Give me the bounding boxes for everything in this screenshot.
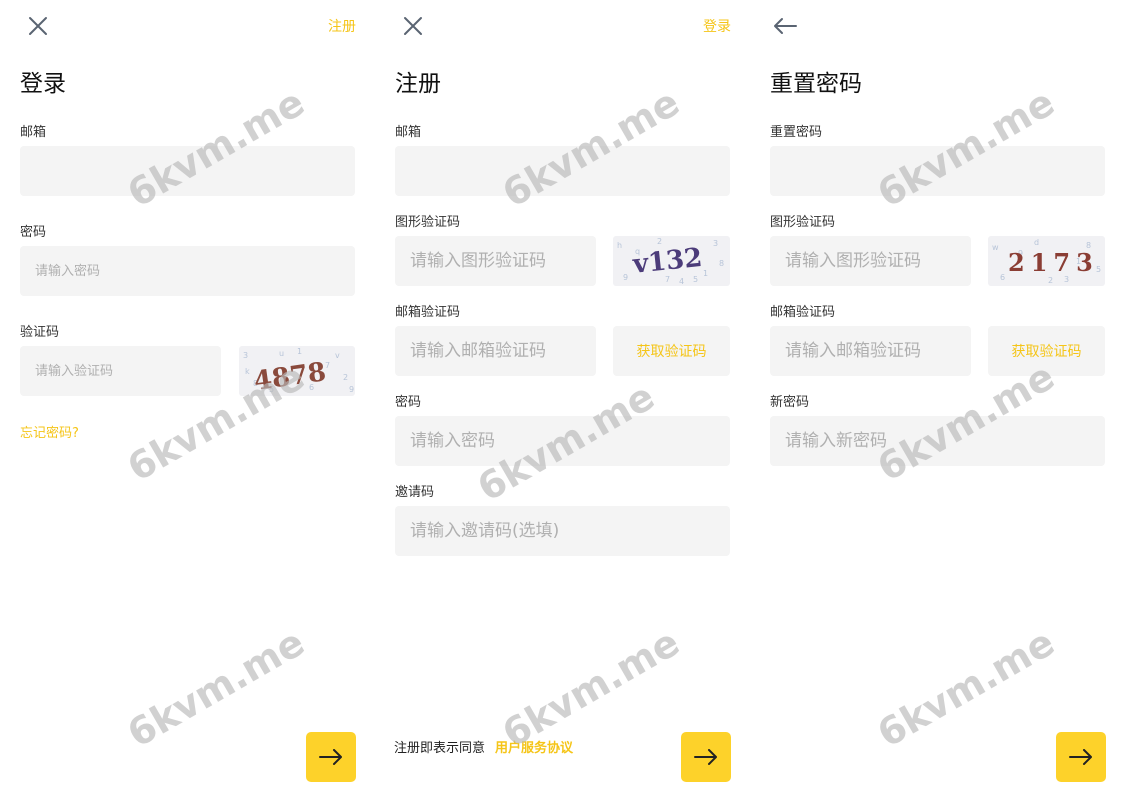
page-title: 注册 — [395, 71, 441, 97]
submit-button[interactable] — [306, 732, 356, 782]
svg-text:v: v — [335, 351, 340, 360]
svg-text:4: 4 — [679, 277, 684, 286]
password-field[interactable] — [20, 246, 355, 296]
svg-text:1: 1 — [297, 347, 302, 356]
reset-field-label: 重置密码 — [770, 125, 823, 140]
close-icon[interactable] — [401, 14, 425, 38]
captcha-field[interactable] — [20, 346, 221, 396]
login-link[interactable]: 登录 — [703, 16, 731, 36]
svg-text:w: w — [992, 243, 999, 252]
captcha-noise: w6d3 8529 1 2173 — [992, 238, 1101, 285]
email-field[interactable] — [395, 146, 730, 196]
image-code-field[interactable] — [770, 236, 971, 286]
captcha-text: 4878 — [252, 357, 328, 396]
email-field[interactable] — [770, 146, 1105, 196]
get-code-button[interactable]: 获取验证码 — [613, 326, 730, 376]
svg-text:h: h — [617, 241, 622, 250]
svg-text:9: 9 — [623, 273, 628, 282]
email-label: 邮箱 — [395, 125, 422, 140]
svg-text:9: 9 — [349, 385, 354, 394]
get-code-button[interactable]: 获取验证码 — [988, 326, 1105, 376]
svg-text:k: k — [245, 367, 250, 376]
svg-text:5: 5 — [693, 275, 698, 284]
forgot-password-link[interactable]: 忘记密码? — [20, 422, 79, 441]
arrow-right-icon — [694, 749, 717, 765]
new-password-field[interactable] — [770, 416, 1105, 466]
captcha-image[interactable]: w6d3 8529 1 2173 — [988, 236, 1105, 286]
email-label: 邮箱 — [20, 125, 47, 140]
submit-button[interactable] — [1056, 732, 1106, 782]
image-code-label: 图形验证码 — [770, 215, 836, 230]
svg-text:2: 2 — [343, 373, 348, 382]
image-code-label: 图形验证码 — [395, 215, 461, 230]
arrow-right-icon — [1069, 749, 1092, 765]
agreement-text: 注册即表示同意 — [394, 741, 486, 756]
password-label: 密码 — [20, 225, 47, 240]
email-field[interactable] — [20, 146, 355, 196]
svg-text:2: 2 — [1048, 276, 1053, 285]
register-panel: 登录 注册 邮箱 图形验证码 h925 384q 17 v132 邮箱验证码 获… — [394, 0, 731, 812]
image-code-field[interactable] — [395, 236, 596, 286]
svg-text:u: u — [279, 349, 284, 358]
invite-label: 邀请码 — [395, 485, 435, 500]
captcha-label: 验证码 — [20, 325, 60, 340]
arrow-right-icon — [319, 749, 342, 765]
password-field[interactable] — [395, 416, 730, 466]
invite-field[interactable] — [395, 506, 730, 556]
email-code-label: 邮箱验证码 — [395, 305, 461, 320]
svg-text:7: 7 — [325, 361, 330, 370]
svg-text:8: 8 — [719, 259, 724, 268]
captcha-image[interactable]: h925 384q 17 v132 — [613, 236, 730, 286]
svg-text:6: 6 — [1000, 273, 1005, 282]
login-panel: 注册 登录 邮箱 密码 验证码 38u6 v275 19k 4878 忘记密码? — [20, 0, 356, 812]
svg-text:3: 3 — [243, 351, 248, 360]
arrow-left-icon[interactable] — [772, 14, 798, 38]
captcha-text: 2173 — [1008, 248, 1099, 277]
submit-button[interactable] — [681, 732, 731, 782]
close-icon[interactable] — [26, 14, 50, 38]
captcha-image[interactable]: 38u6 v275 19k 4878 — [239, 346, 355, 396]
email-code-label: 邮箱验证码 — [770, 305, 836, 320]
password-label: 密码 — [395, 395, 422, 410]
agreement-link[interactable]: 用户服务协议 — [495, 741, 573, 756]
new-password-label: 新密码 — [770, 395, 810, 410]
page-title: 登录 — [20, 71, 66, 97]
svg-text:3: 3 — [713, 239, 718, 248]
captcha-noise: h925 384q 17 v132 — [617, 237, 724, 286]
reset-panel: 重置密码 重置密码 图形验证码 w6d3 8529 1 2173 邮箱验证码 获… — [770, 0, 1106, 812]
register-link[interactable]: 注册 — [328, 16, 356, 36]
email-code-field[interactable] — [770, 326, 971, 376]
svg-text:d: d — [1034, 238, 1039, 247]
email-code-field[interactable] — [395, 326, 596, 376]
captcha-noise: 38u6 v275 19k 4878 — [243, 347, 354, 396]
agreement-notice: 注册即表示同意 用户服务协议 — [394, 737, 573, 756]
svg-text:2: 2 — [657, 237, 662, 246]
svg-text:1: 1 — [703, 269, 708, 278]
page-title: 重置密码 — [770, 71, 862, 97]
